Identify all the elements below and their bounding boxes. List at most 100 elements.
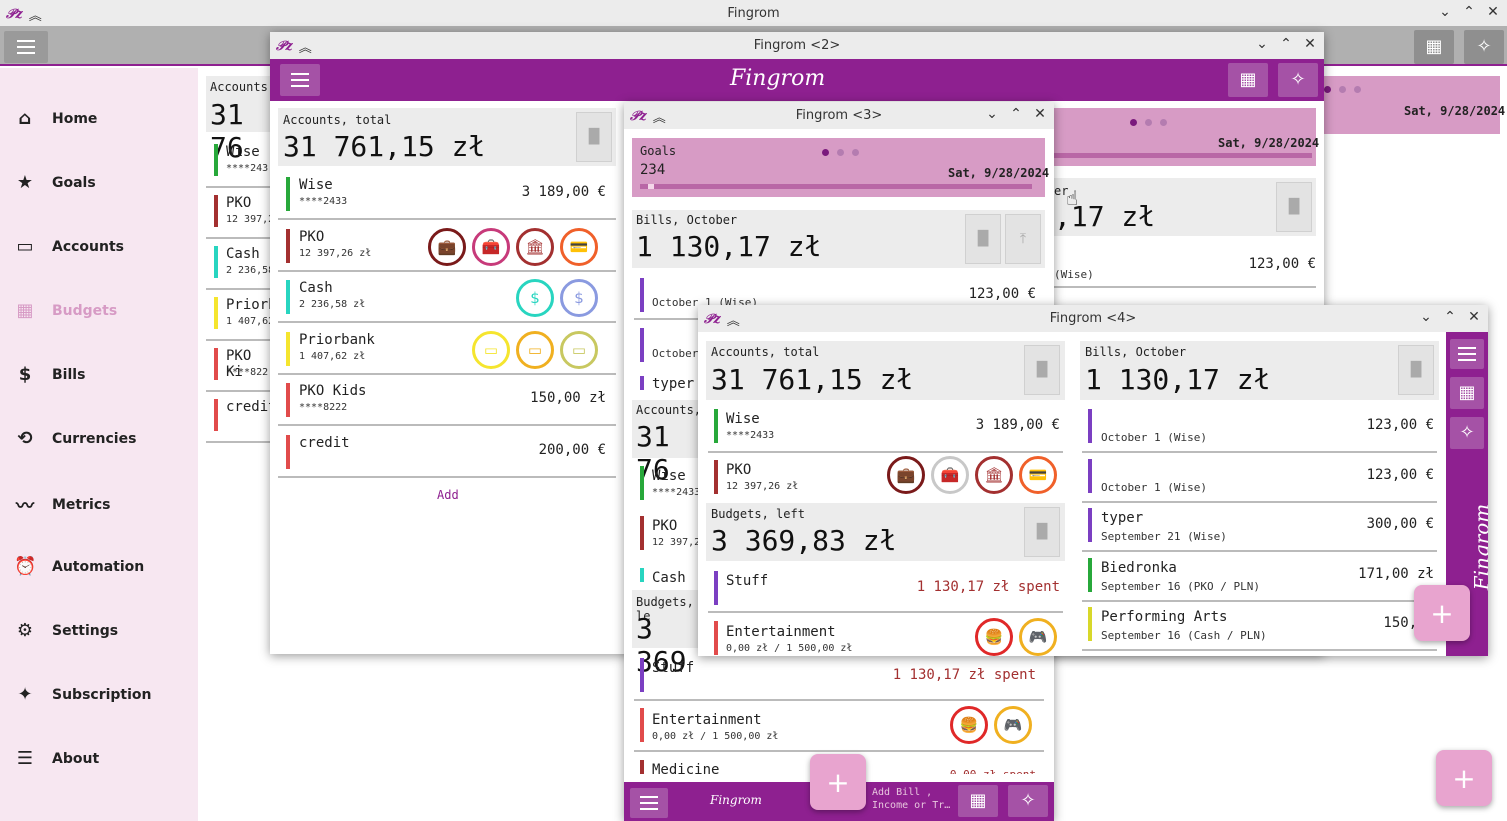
accounts-total: 31 761,15 zł [711,363,914,396]
sidebar-item-accounts[interactable]: ▭ Accounts [14,236,124,257]
budget-sub: 0,00 zł / 1 500,00 zł [726,643,853,654]
bank-icon[interactable]: 🏛 [975,456,1013,494]
account-row[interactable]: Wise ****2433 3 189,00 € [278,172,616,220]
maximize-icon[interactable]: ⌃ [1278,36,1294,52]
account-row[interactable]: Cash 2 236,58 zł $ $ [278,275,616,323]
coin-icon[interactable]: $ [560,279,598,317]
account-name: PKO [226,195,252,211]
close-icon[interactable]: ✕ [1302,36,1318,52]
keep-above-icon[interactable]: ︽ [29,5,42,24]
menu-button[interactable] [4,31,48,63]
minimize-icon[interactable]: ⌄ [1254,36,1270,52]
budget-name: Stuff [652,660,695,676]
close-icon[interactable]: ✕ [1485,4,1501,20]
magic-tool-button[interactable]: ✧ [1008,785,1048,817]
food-icon[interactable]: 🍔 [950,706,988,744]
chart-icon[interactable]: ▐▌ [576,112,612,162]
account-color-bar [286,177,290,211]
bill-name: Biedronka [1101,559,1177,576]
sidebar-item-metrics[interactable]: 〰 Metrics [14,492,110,518]
currencies-icon: ⟲ [17,428,33,449]
gamepad-icon[interactable]: 🎮 [1019,618,1057,656]
add-account-link[interactable]: Add [437,488,459,502]
account-row[interactable]: Priorbank 1 407,62 zł ▭ ▭ ▭ [278,327,616,375]
add-fab[interactable]: + [810,754,866,810]
food-icon[interactable]: 🍔 [975,618,1013,656]
budget-sub: 0,00 zł / 1 500,00 zł [652,731,779,742]
sidebar-item-settings[interactable]: ⚙ Settings [14,620,118,641]
account-sub: 2 236,58 [226,265,275,276]
keep-above-icon[interactable]: ︽ [299,37,312,56]
row-divider [206,339,276,341]
account-name: PKO Kids [299,383,367,399]
budget-tool-button[interactable]: ▦ [1414,30,1454,64]
account-name: credit [226,399,277,415]
chart-icon[interactable]: ▐▌ [965,214,1001,264]
sidebar-item-goals[interactable]: ★ Goals [14,172,96,193]
briefcase-icon[interactable]: 💼 [887,456,925,494]
bank-icon[interactable]: 🏛 [516,227,554,266]
budget-tool-button[interactable]: ▦ [1228,63,1268,97]
card-icon[interactable]: 💳 [560,227,598,266]
minimize-icon[interactable]: ⌄ [1418,309,1434,325]
chart-icon[interactable]: ▐▌ [1024,345,1060,395]
card-icon[interactable]: ▭ [472,330,510,369]
sidebar-item-automation[interactable]: ⏰ Automation [14,556,144,577]
magic-tool-button[interactable]: ✧ [1278,63,1318,97]
briefcase-icon[interactable]: 💼 [428,227,466,266]
account-amount: 3 189,00 € [975,417,1060,433]
budget-tool-button[interactable]: ▦ [958,785,998,817]
accounts-card: Accounts, 31 76 [632,400,702,486]
sidebar-item-budgets[interactable]: ▦ Budgets [14,300,117,321]
magic-tool-button[interactable]: ✧ [1450,417,1484,449]
collapse-icon[interactable]: ⤒ [1005,214,1041,264]
budgets-title: Budgets, left [711,507,805,521]
close-icon[interactable]: ✕ [1032,106,1048,122]
maximize-icon[interactable]: ⌃ [1461,4,1477,20]
sidebar-item-about[interactable]: ☰ About [14,748,99,769]
goals-label: Goals [640,144,677,158]
add-fab[interactable]: + [1414,585,1470,641]
chart-icon[interactable]: ▐▌ [1398,345,1434,395]
minimize-icon[interactable]: ⌄ [1437,4,1453,20]
budget-tool-button[interactable]: ▦ [1450,377,1484,409]
sidebar-item-subscription[interactable]: ✦ Subscription [14,684,151,705]
sidebar-item-home[interactable]: ⌂ Home [14,108,98,129]
menu-button[interactable] [630,788,668,818]
keep-above-icon[interactable]: ︽ [727,310,740,329]
card-icon[interactable]: 💳 [1019,456,1057,494]
account-row[interactable]: PKO Kids ****8222 150,00 zł [278,378,616,426]
window-title: Fingrom <3> [795,108,883,123]
account-color-bar [214,399,218,431]
magic-tool-button[interactable]: ✧ [1464,30,1504,64]
account-color-bar [286,280,290,314]
account-name: Cash [652,570,686,586]
chart-icon[interactable]: ▐▌ [1024,507,1060,557]
account-row[interactable]: credit 200,00 € [278,430,616,478]
account-color-bar [214,195,218,227]
account-name: PKO [299,228,325,245]
pager-dots [822,149,859,156]
goals-icon: ★ [16,172,34,193]
close-icon[interactable]: ✕ [1466,309,1482,325]
chart-icon[interactable]: ▐▌ [1276,182,1312,232]
sidebar-item-currencies[interactable]: ⟲ Currencies [14,428,136,449]
sidebar-item-bills[interactable]: $ Bills [14,364,86,385]
minimize-icon[interactable]: ⌄ [984,106,1000,122]
maximize-icon[interactable]: ⌃ [1008,106,1024,122]
dollar-icon[interactable]: $ [516,279,554,317]
row-divider [206,186,276,188]
add-fab[interactable]: + [1436,750,1492,806]
card-icon[interactable]: ▭ [516,330,554,369]
account-sub: ****2433 [299,196,348,207]
menu-button[interactable] [1450,339,1484,369]
gamepad-icon[interactable]: 🎮 [994,706,1032,744]
date-label: Sat, 9/28/2024 [1404,104,1506,118]
account-row[interactable]: PKO 12 397,26 zł 💼 🧰 🏛 💳 [278,224,616,272]
toolbox-icon[interactable]: 🧰 [472,227,510,266]
card-icon[interactable]: ▭ [560,330,598,369]
menu-button[interactable] [280,64,320,96]
maximize-icon[interactable]: ⌃ [1442,309,1458,325]
toolbox-icon[interactable]: 🧰 [931,456,969,494]
keep-above-icon[interactable]: ︽ [653,107,666,126]
